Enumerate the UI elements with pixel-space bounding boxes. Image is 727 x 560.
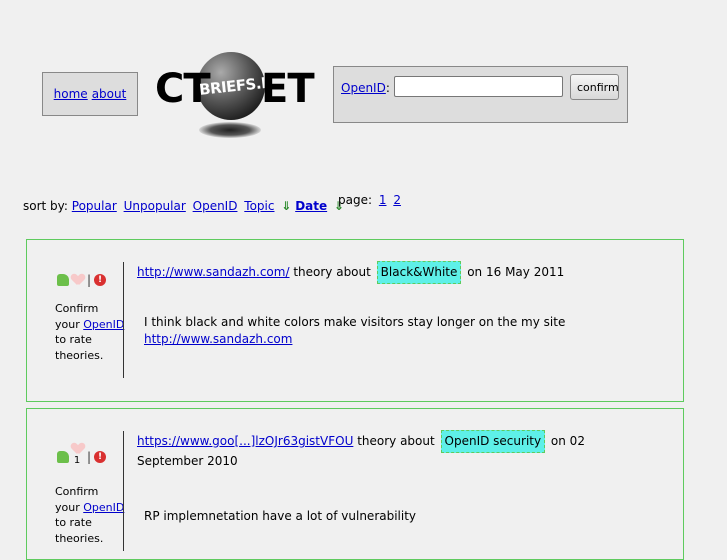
- openid-login-box: OpenID: confirm: [333, 66, 628, 123]
- page-1-link[interactable]: 1: [379, 193, 387, 207]
- divider: [123, 431, 124, 551]
- about-link[interactable]: about: [92, 87, 127, 101]
- vote-count: 1: [73, 455, 81, 466]
- confirm-button[interactable]: confirm: [570, 74, 619, 100]
- thumbs-up-icon[interactable]: [57, 274, 69, 286]
- vote-controls: | !: [57, 273, 107, 287]
- logo-text-right: ET: [261, 66, 315, 112]
- sort-unpopular[interactable]: Unpopular: [124, 199, 186, 213]
- pagination: page: 1 2: [338, 193, 401, 207]
- theory-card: | ! Confirm your OpenID to rate theories…: [26, 239, 684, 402]
- confirm-openid-link[interactable]: OpenID: [83, 501, 124, 514]
- page-2-link[interactable]: 2: [393, 193, 401, 207]
- body-link[interactable]: http://www.sandazh.com: [144, 332, 292, 346]
- sort-date[interactable]: Date: [295, 199, 327, 213]
- topic-tag[interactable]: OpenID security: [440, 430, 546, 453]
- nav-box: home about: [42, 72, 138, 116]
- vote-controls: 1 | !: [57, 447, 107, 466]
- vote-separator: |: [87, 449, 92, 464]
- sort-label: sort by:: [23, 199, 68, 213]
- topic-tag[interactable]: Black&White: [376, 261, 462, 284]
- sort-down-arrow-icon: ⇓: [281, 199, 292, 213]
- openid-link[interactable]: OpenID: [341, 81, 386, 95]
- openid-input[interactable]: [394, 76, 563, 97]
- confirm-openid-link[interactable]: OpenID: [83, 318, 124, 331]
- home-link[interactable]: home: [54, 87, 88, 101]
- theory-meta: https://www.goo[...]lzOJr63gistVFOU theo…: [137, 430, 647, 470]
- confirm-openid-note: Confirm your OpenID to rate theories.: [55, 302, 125, 362]
- theory-body: I think black and white colors make visi…: [144, 315, 566, 346]
- logo-shadow: [199, 122, 261, 138]
- sort-popular[interactable]: Popular: [72, 199, 117, 213]
- openid-label: OpenID:: [341, 81, 390, 95]
- sort-openid[interactable]: OpenID: [193, 199, 238, 213]
- vote-separator: |: [87, 273, 92, 287]
- page-label: page:: [338, 193, 373, 207]
- theory-meta: http://www.sandazh.com/ theory about Bla…: [137, 261, 647, 284]
- thumbs-up-icon[interactable]: [57, 450, 69, 463]
- sort-topic[interactable]: Topic: [244, 199, 274, 213]
- stop-icon[interactable]: !: [94, 450, 107, 463]
- theory-card: 1 | ! Confirm your OpenID to rate theori…: [26, 408, 684, 560]
- heart-icon[interactable]: [72, 274, 84, 286]
- confirm-openid-note: Confirm your OpenID to rate theories.: [55, 485, 125, 545]
- stop-icon[interactable]: !: [94, 274, 107, 286]
- site-logo[interactable]: CT BRIEFS.N ET: [155, 52, 315, 142]
- divider: [123, 262, 124, 378]
- sort-bar: sort by: Popular Unpopular OpenID Topic …: [23, 199, 344, 213]
- theory-body: RP implemnetation have a lot of vulnerab…: [144, 509, 417, 523]
- theory-date: on 16 May 2011: [467, 265, 565, 279]
- theory-url-link[interactable]: http://www.sandazh.com/: [137, 265, 290, 279]
- theory-url-link[interactable]: https://www.goo[...]lzOJr63gistVFOU: [137, 434, 353, 448]
- heart-icon[interactable]: [72, 443, 84, 455]
